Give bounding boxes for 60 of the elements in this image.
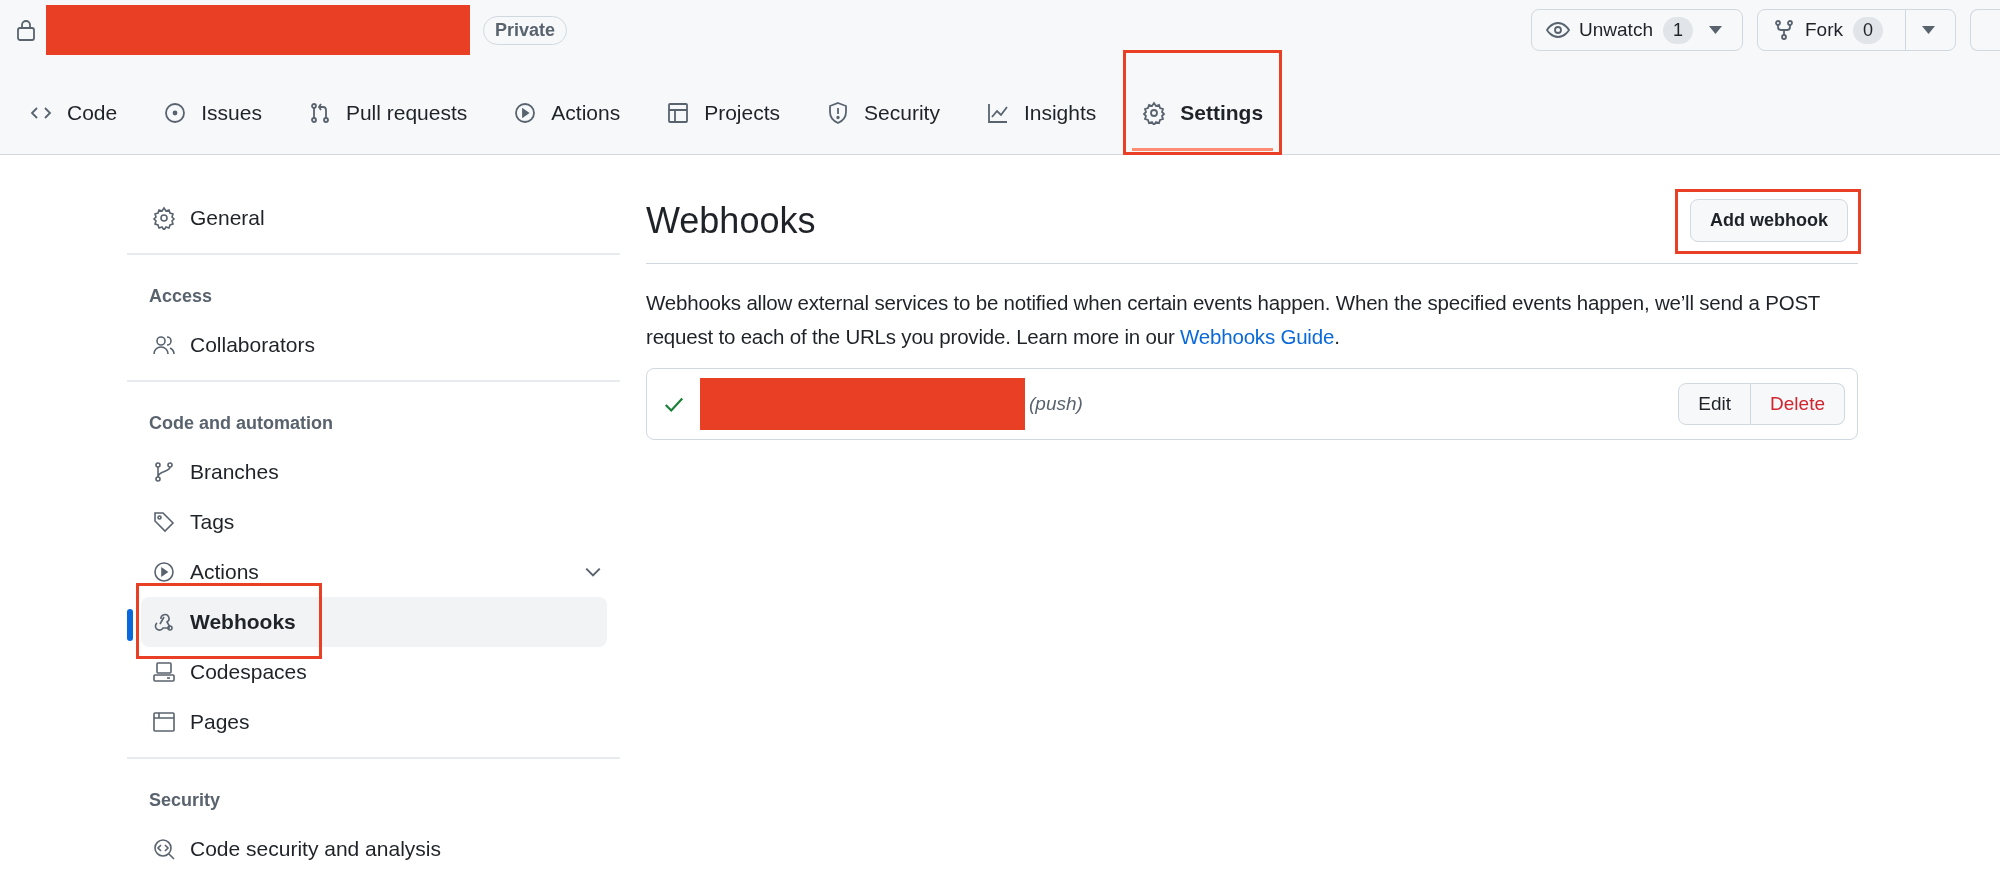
browser-icon [152, 710, 176, 734]
section-heading: Access [148, 285, 214, 308]
caret-icon [1709, 26, 1722, 34]
people-icon [152, 333, 176, 357]
sidebar-item[interactable]: Webhooks [141, 597, 607, 647]
item-label: Tags [190, 510, 235, 534]
sidebar-item[interactable]: Tags [141, 497, 620, 547]
nav-tab[interactable]: Insights [975, 87, 1107, 151]
page-title: Webhooks [646, 200, 816, 242]
repo-action-button[interactable]: Fork 0 [1757, 9, 1956, 51]
codespace-icon [152, 660, 176, 684]
item-label: General [190, 206, 265, 230]
item-label: Code security and analysis [190, 837, 441, 861]
webhook-action-button[interactable]: Delete [1751, 383, 1845, 425]
button-label: Fork [1805, 19, 1843, 41]
item-label: Codespaces [190, 660, 307, 684]
codescan-icon [152, 837, 176, 861]
play-icon [513, 100, 538, 125]
sidebar-item[interactable]: Collaborators [141, 320, 620, 370]
section-heading: Security [148, 789, 222, 812]
counter: 0 [1853, 16, 1883, 44]
nav-tab[interactable]: Projects [656, 87, 791, 151]
sidebar-item[interactable]: Branches [141, 447, 620, 497]
fork-icon [1772, 18, 1796, 42]
guide-link[interactable]: Webhooks Guide [1180, 325, 1335, 348]
sidebar-item[interactable]: Pages [141, 697, 620, 747]
sidebar-item[interactable]: Actions [141, 547, 620, 597]
button-label: Unwatch [1579, 19, 1653, 41]
sidebar-item[interactable]: General [141, 193, 620, 243]
gear-icon [152, 206, 176, 230]
nav-tab[interactable]: Settings [1132, 87, 1274, 151]
caret-icon [1922, 26, 1935, 34]
sidebar-item[interactable]: Code security and analysis [141, 824, 620, 874]
tag-icon [152, 510, 176, 534]
item-label: Collaborators [190, 333, 315, 357]
branch-icon [152, 460, 176, 484]
counter: 1 [1662, 16, 1693, 44]
description-text: Webhooks allow external services to be notified when certain events happen. When the specified events happen, we’ll send a POST request to each of the URLs you provide. Learn more in our Webhooks Guide. [646, 290, 1821, 350]
event-list: (push) [1029, 393, 1679, 415]
nav-tab[interactable]: Issues [153, 87, 272, 151]
item-label: Webhooks [190, 610, 296, 634]
sidebar-item[interactable]: Codespaces [141, 647, 620, 697]
lock-icon [14, 18, 38, 42]
item-label: Branches [190, 460, 279, 484]
add-webhook-button[interactable]: Add webhook [1690, 198, 1848, 242]
nav-tab[interactable]: Actions [503, 87, 631, 151]
nav-tab[interactable]: Pull requests [297, 87, 478, 151]
play-icon [152, 560, 176, 584]
repo-action-button[interactable]: Unwatch 1 [1531, 9, 1743, 51]
item-label: Pages [190, 710, 250, 734]
star-button[interactable] [1970, 9, 2000, 51]
nav-tab[interactable]: Security [816, 87, 950, 151]
webhook-action-button[interactable]: Edit [1678, 383, 1752, 425]
section-heading: Code and automation [148, 412, 334, 435]
gear-icon [1142, 100, 1167, 125]
nav-tab[interactable]: Code [19, 87, 128, 151]
issue-icon [163, 100, 188, 125]
active-indicator [127, 609, 133, 641]
table-icon [666, 100, 691, 125]
item-label: Actions [190, 560, 259, 584]
